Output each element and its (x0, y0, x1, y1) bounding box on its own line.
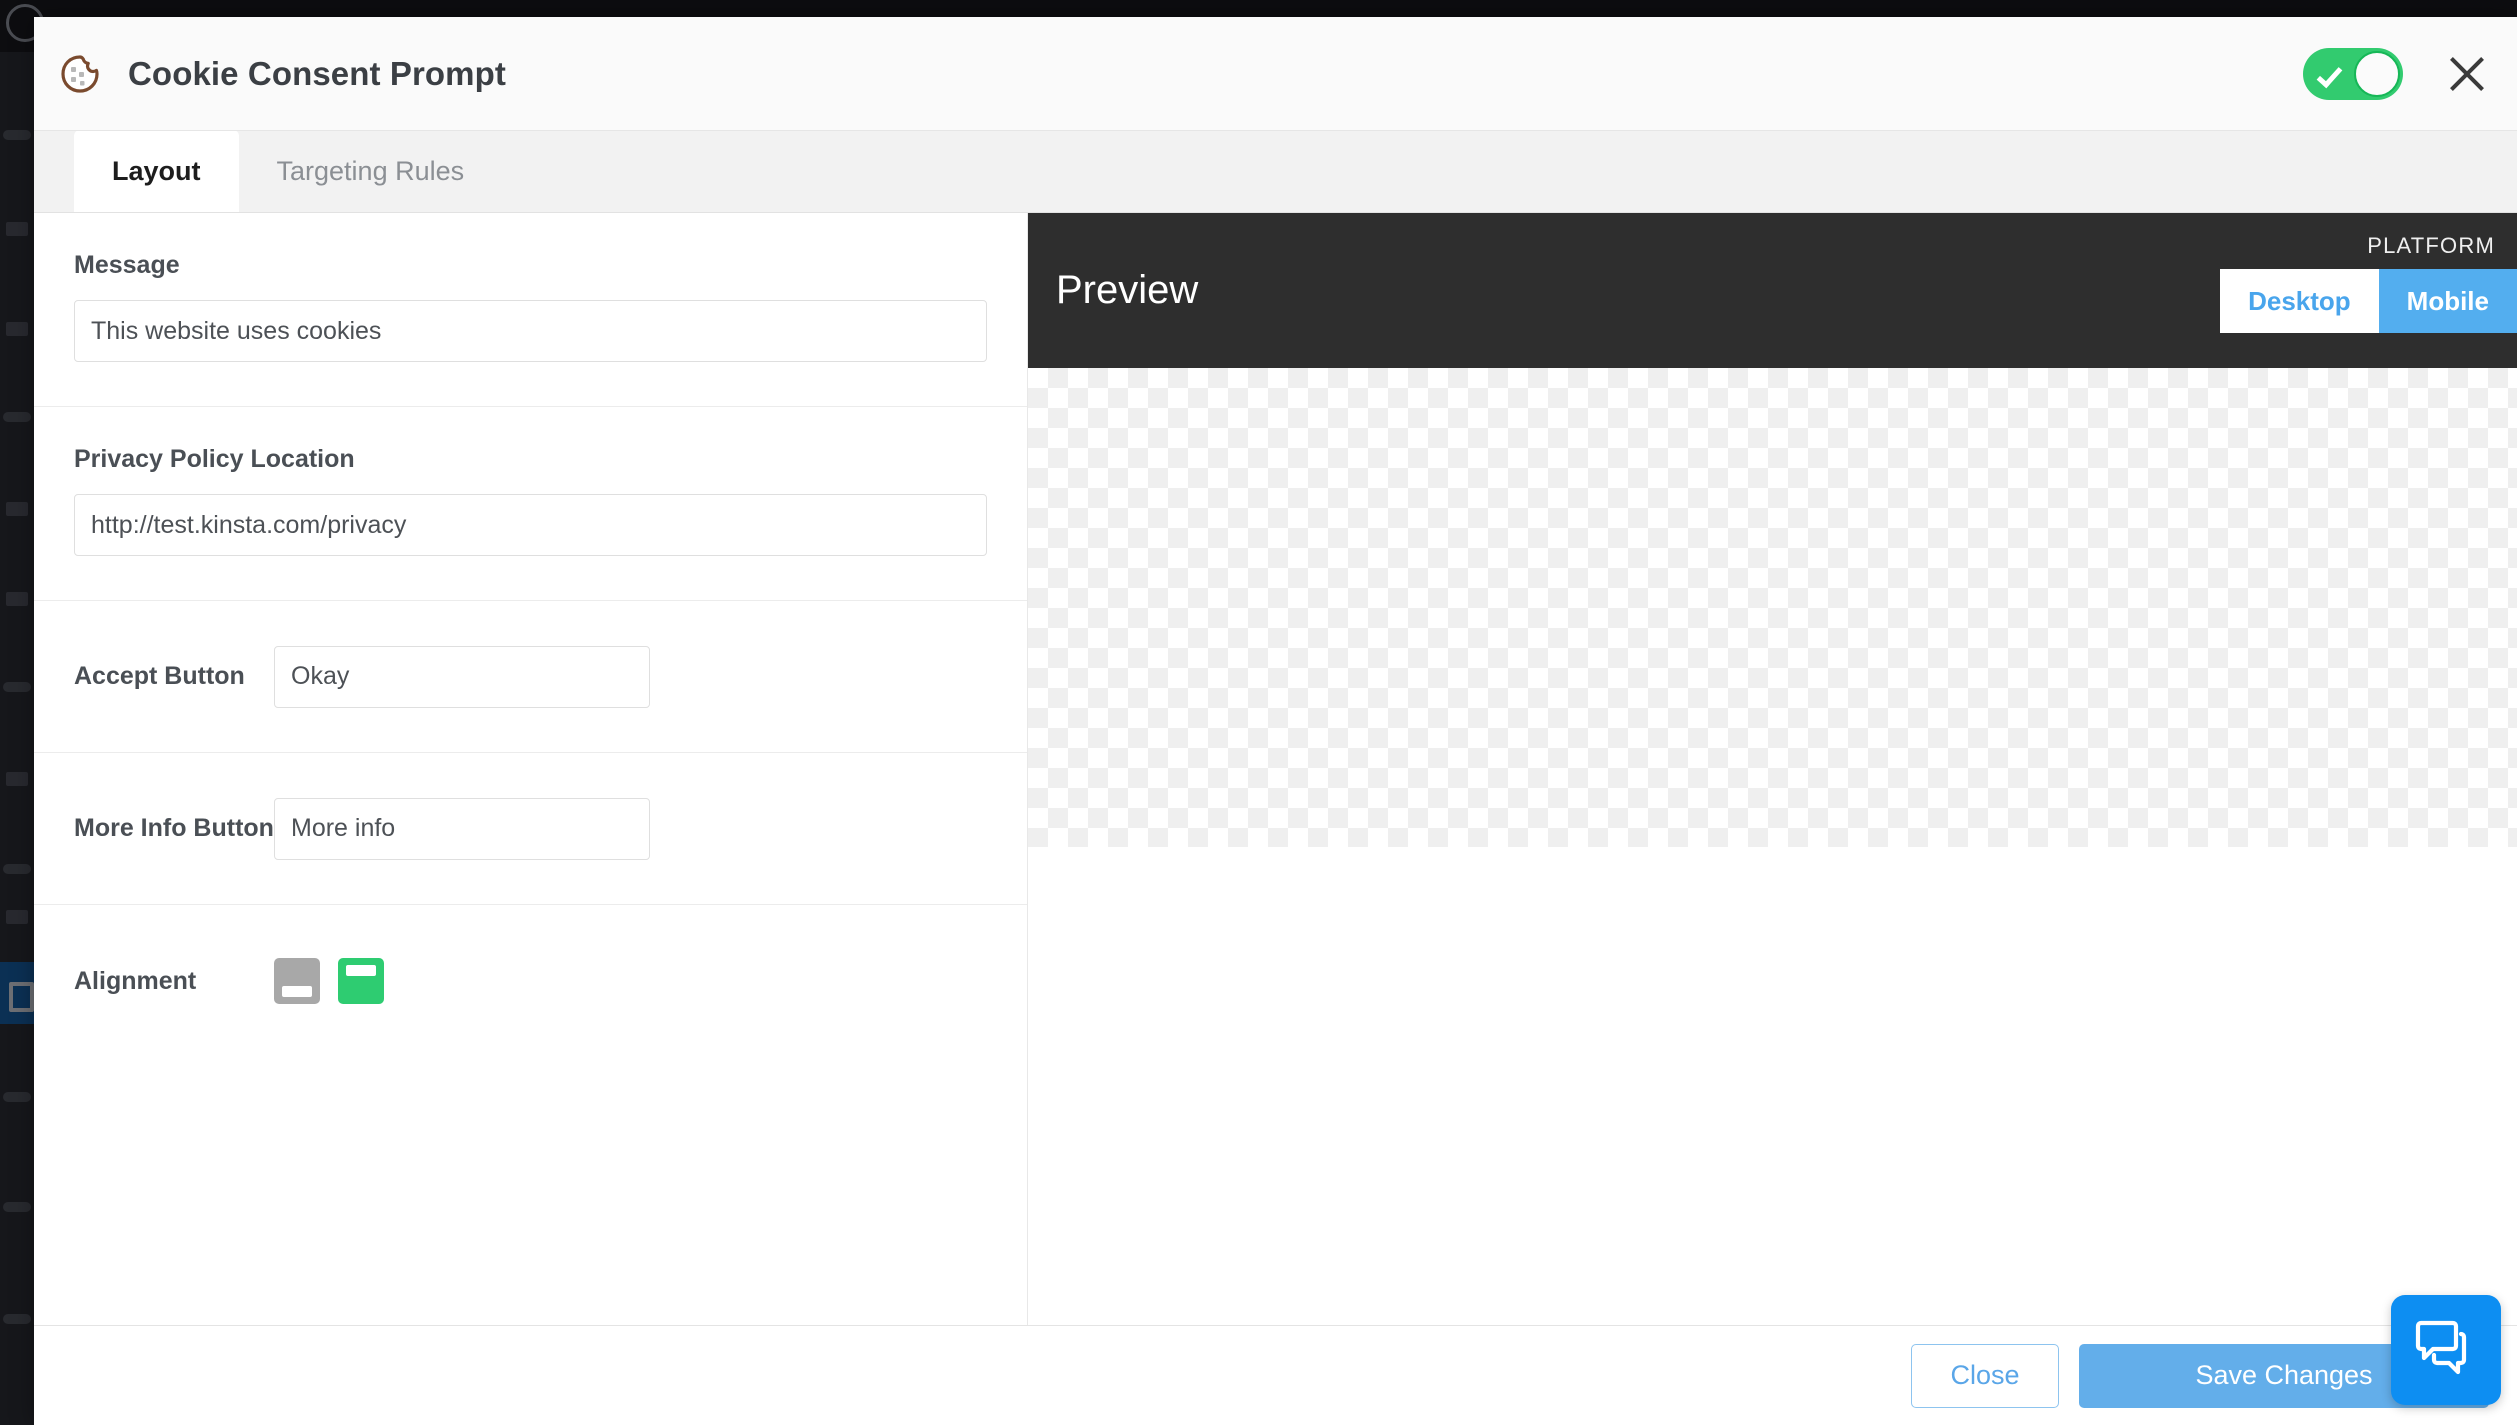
modal-body: Message Privacy Policy Location Accept B… (34, 213, 2517, 1325)
preview-canvas[interactable] (1028, 368, 2517, 847)
sidebar-item (6, 910, 28, 924)
enable-toggle[interactable] (2303, 47, 2403, 100)
field-label-more-info-button: More Info Button (74, 814, 274, 842)
field-label-privacy-policy: Privacy Policy Location (74, 445, 355, 473)
toggle-knob (2354, 50, 2400, 97)
field-accept-button: Accept Button (34, 601, 1027, 753)
header-controls (2303, 47, 2489, 100)
modal-footer: Close Save Changes (34, 1325, 2517, 1425)
field-label-accept-button: Accept Button (74, 662, 245, 690)
close-button[interactable]: Close (1911, 1343, 2059, 1408)
field-message: Message (34, 213, 1027, 407)
privacy-policy-input[interactable] (74, 494, 987, 556)
tab-targeting-rules[interactable]: Targeting Rules (239, 130, 503, 212)
alignment-options (274, 958, 384, 1004)
platform-desktop-button[interactable]: Desktop (2220, 269, 2379, 333)
sidebar-item (6, 502, 28, 516)
field-more-info-button: More Info Button (34, 753, 1027, 905)
platform-buttons: Desktop Mobile (2220, 269, 2517, 333)
wp-admin-sidebar (0, 52, 34, 1425)
page-title: Cookie Consent Prompt (128, 54, 506, 92)
sidebar-item (3, 1202, 31, 1212)
platform-label: PLATFORM (2367, 233, 2495, 258)
sidebar-item (3, 130, 31, 140)
preview-title: Preview (1056, 268, 1199, 312)
cookie-icon (60, 54, 100, 94)
preview-spacer (1028, 846, 2517, 1325)
settings-panel: Message Privacy Policy Location Accept B… (34, 213, 1028, 1325)
close-icon[interactable] (2445, 52, 2489, 96)
align-bar (282, 986, 312, 997)
chat-widget-button[interactable] (2391, 1295, 2501, 1405)
field-privacy-policy: Privacy Policy Location (34, 407, 1027, 601)
sidebar-item (6, 322, 28, 336)
sidebar-item (3, 864, 31, 874)
align-bar (346, 965, 376, 976)
sidebar-item (6, 772, 28, 786)
sidebar-item (6, 222, 28, 236)
more-info-button-input[interactable] (274, 797, 650, 860)
sidebar-item-active (0, 962, 34, 1024)
sidebar-item (3, 1092, 31, 1102)
modal-header: Cookie Consent Prompt (34, 17, 2517, 131)
preview-panel: Preview PLATFORM Desktop Mobile (1028, 213, 2517, 1325)
align-bottom-icon[interactable] (274, 958, 320, 1004)
check-icon (2316, 61, 2343, 88)
cookie-consent-modal: Cookie Consent Prompt Layout Targeting R… (34, 17, 2517, 1425)
platform-mobile-button[interactable]: Mobile (2378, 269, 2517, 333)
message-input[interactable] (74, 300, 987, 362)
chat-bubbles-icon (2415, 1320, 2467, 1375)
preview-header: Preview PLATFORM Desktop Mobile (1028, 213, 2517, 368)
tab-bar: Layout Targeting Rules (34, 130, 2517, 213)
sidebar-item (3, 1314, 31, 1324)
sidebar-item (3, 412, 31, 422)
sidebar-item (3, 682, 31, 692)
tab-layout[interactable]: Layout (74, 130, 239, 212)
align-top-icon[interactable] (338, 958, 384, 1004)
field-alignment: Alignment (34, 905, 1027, 1057)
field-label-message: Message (74, 251, 180, 279)
field-label-alignment: Alignment (74, 966, 197, 995)
platform-selector: PLATFORM Desktop Mobile (2220, 233, 2517, 333)
sidebar-item (6, 592, 28, 606)
accept-button-input[interactable] (274, 645, 650, 708)
